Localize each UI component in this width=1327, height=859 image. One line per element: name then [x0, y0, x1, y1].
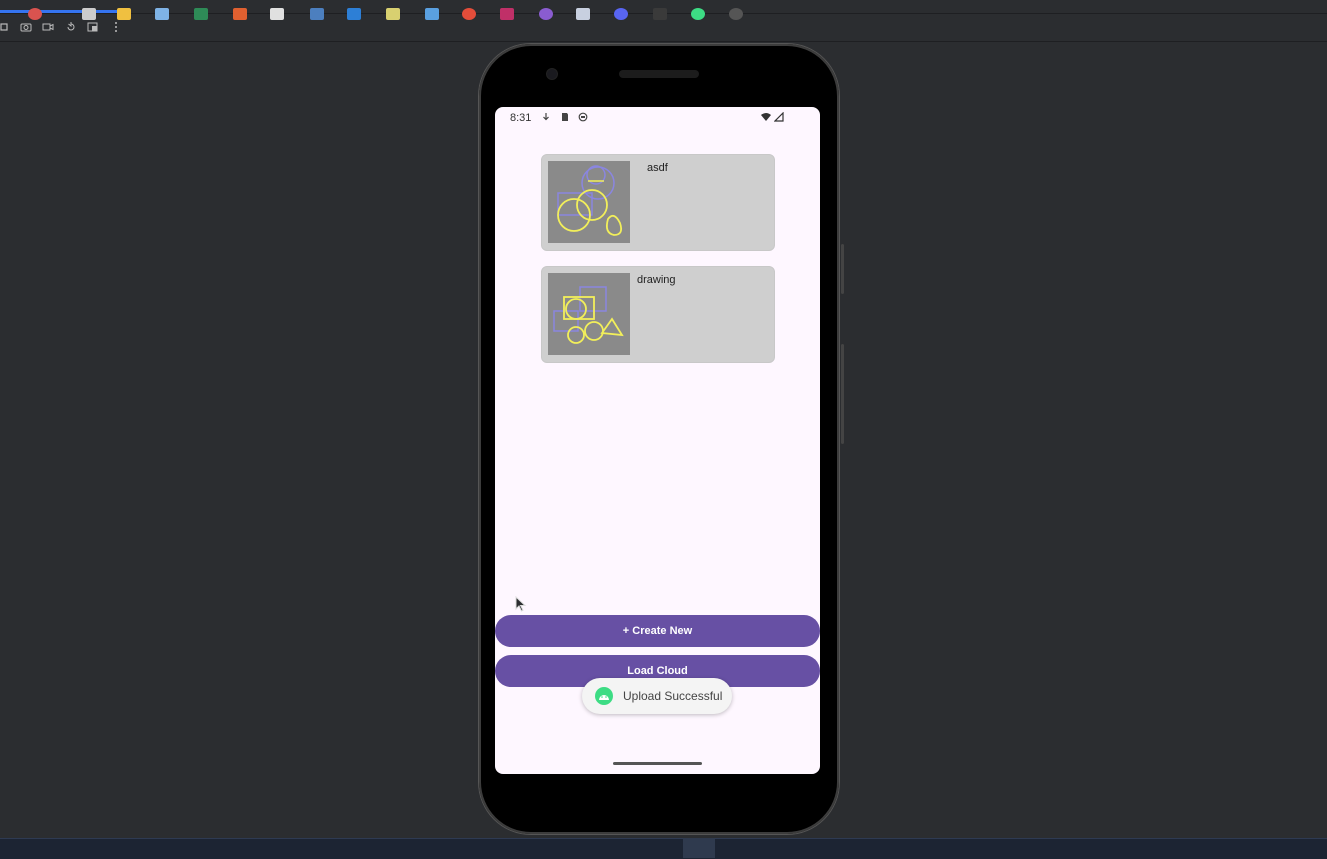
android-icon — [595, 687, 613, 705]
volume-rocker — [841, 344, 844, 444]
app-screen: 8:31 asdf drawing + Create New Load Clou… — [495, 107, 820, 774]
drawing-card[interactable]: asdf — [541, 154, 775, 251]
wifi-icon — [761, 112, 771, 122]
drawing-title: asdf — [647, 162, 668, 174]
camera-icon[interactable] — [20, 21, 32, 33]
taskbar-app-icon[interactable] — [82, 8, 96, 20]
phone-emulator: 8:31 asdf drawing + Create New Load Clou… — [479, 44, 844, 834]
calculator-icon[interactable] — [310, 8, 324, 20]
windows-taskbar — [0, 838, 1327, 859]
folder-icon[interactable] — [117, 8, 131, 20]
power-button — [841, 244, 844, 294]
sd-card-icon — [560, 112, 570, 122]
pdf-icon[interactable] — [270, 8, 284, 20]
toast-message: Upload Successful — [623, 689, 723, 703]
vpn-icon — [578, 112, 588, 122]
create-new-button[interactable]: + Create New — [495, 615, 820, 647]
discord-icon[interactable] — [614, 8, 628, 20]
home-indicator[interactable] — [613, 762, 702, 765]
download-icon — [541, 112, 551, 122]
mouse-cursor-icon — [515, 596, 527, 612]
drawing-title: drawing — [637, 274, 676, 286]
signal-icon — [773, 111, 784, 122]
device-snapshot-icon[interactable] — [87, 21, 99, 33]
taskbar-app-icon[interactable] — [653, 8, 667, 20]
notepad-icon[interactable] — [386, 8, 400, 20]
jetbrains-icon[interactable] — [500, 8, 514, 20]
drawing-thumbnail — [548, 161, 630, 243]
taskbar-active-highlight — [683, 838, 715, 858]
status-time: 8:31 — [510, 112, 532, 124]
video-icon[interactable] — [42, 21, 54, 33]
active-tab-indicator — [0, 10, 128, 13]
steam-icon[interactable] — [576, 8, 590, 20]
drawing-thumbnail — [548, 273, 630, 355]
excel-icon[interactable] — [194, 8, 208, 20]
front-camera — [547, 69, 557, 79]
drawing-card[interactable]: drawing — [541, 266, 775, 363]
more-icon[interactable] — [110, 21, 122, 33]
android-studio-icon[interactable] — [691, 8, 705, 20]
obs-icon[interactable] — [539, 8, 553, 20]
upload-toast: Upload Successful — [582, 678, 732, 714]
chrome-icon[interactable] — [462, 8, 476, 20]
vscode-icon[interactable] — [347, 8, 361, 20]
notes-icon[interactable] — [425, 8, 439, 20]
start-icon[interactable] — [28, 8, 42, 20]
stop-icon[interactable] — [0, 21, 12, 33]
brave-icon[interactable] — [233, 8, 247, 20]
status-bar: 8:31 — [495, 107, 820, 129]
mail-icon[interactable] — [155, 8, 169, 20]
rotate-icon[interactable] — [65, 21, 77, 33]
earpiece-speaker — [619, 70, 699, 78]
github-icon[interactable] — [729, 8, 743, 20]
